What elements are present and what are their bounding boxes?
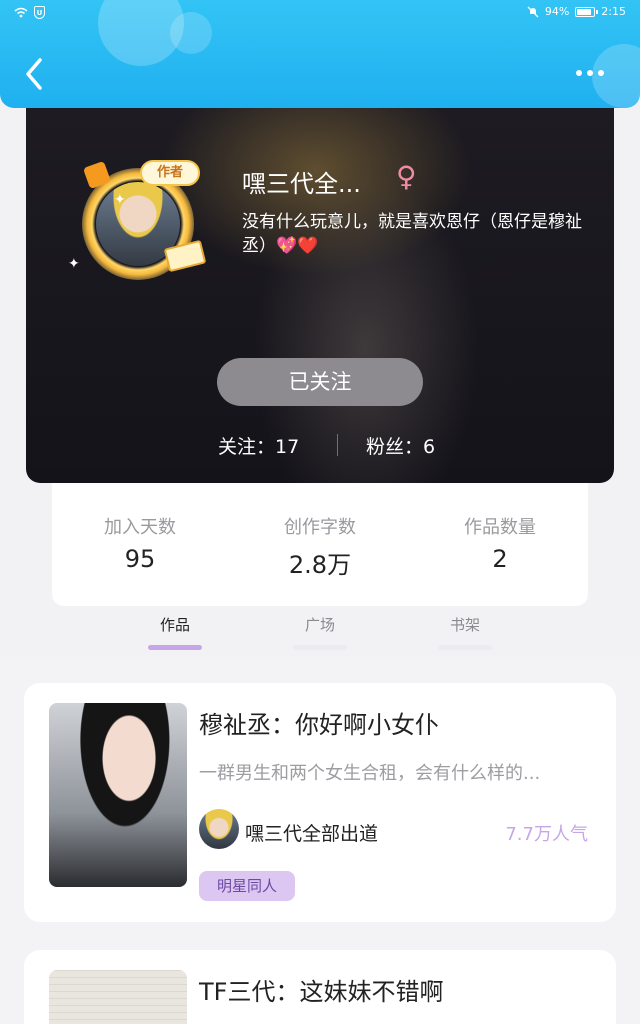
stat-word-count: 创作字数 2.8万: [240, 513, 400, 580]
follow-button[interactable]: 已关注: [217, 358, 423, 406]
status-bar: U 94% 2:15: [0, 0, 640, 26]
work-description: 一群男生和两个女生合租，会有什么样的...: [199, 763, 541, 784]
work-author: 嘿三代全部出道: [245, 823, 379, 845]
profile-tabs: 作品 广场 书架: [0, 606, 640, 658]
stat-join-days: 加入天数 95: [60, 513, 220, 573]
tab-works[interactable]: 作品: [130, 614, 220, 650]
more-horizontal-icon: [576, 70, 582, 76]
stat-value: 2: [492, 545, 508, 573]
mute-bell-icon: [527, 6, 539, 17]
stat-label: 加入天数: [104, 517, 176, 538]
work-cover-image: [49, 970, 187, 1024]
more-dot: [598, 70, 604, 76]
author-badge: 作者: [140, 160, 200, 186]
profile-card: 作者 ✦ ✦ 嘿三代全... ♀ 没有什么玩意儿，就是喜欢恩仔（恩仔是穆祉丞）💖…: [26, 100, 614, 483]
work-popularity: 7.7万人气: [505, 824, 588, 845]
stat-work-count: 作品数量 2: [420, 513, 580, 573]
tab-indicator: [438, 645, 492, 650]
stat-value: 95: [124, 545, 156, 573]
battery-icon: [575, 6, 599, 17]
work-cover-image: [49, 703, 187, 887]
work-card[interactable]: TF三代：这妹妹不错啊: [24, 950, 616, 1024]
battery-fill: [577, 8, 592, 15]
sparkle-icon: ✦: [114, 192, 126, 208]
work-title: 穆祉丞：你好啊小女仆: [199, 711, 439, 739]
battery-percent: 94%: [544, 5, 570, 18]
stat-label: 作品数量: [464, 517, 536, 538]
tab-indicator: [148, 645, 202, 650]
stat-label: 创作字数: [284, 517, 356, 538]
work-tag[interactable]: 明星同人: [199, 871, 296, 901]
author-avatar: [199, 809, 239, 849]
divider: [337, 434, 338, 456]
tab-label: 作品: [159, 616, 190, 634]
following-count[interactable]: 关注：17: [218, 432, 299, 459]
profile-name: 嘿三代全...: [242, 170, 361, 198]
tab-label: 广场: [304, 616, 335, 634]
tab-bookshelf[interactable]: 书架: [420, 614, 510, 650]
clock: 2:15: [601, 5, 626, 18]
chevron-left-icon: [26, 58, 42, 90]
female-icon: ♀: [396, 160, 417, 193]
back-button[interactable]: [20, 56, 50, 92]
tab-label: 书架: [449, 616, 480, 634]
sparkle-icon: ✦: [68, 256, 80, 272]
tab-indicator: [293, 645, 347, 650]
more-button[interactable]: [576, 66, 610, 80]
tab-square[interactable]: 广场: [275, 614, 365, 650]
stats-card: 加入天数 95 创作字数 2.8万 作品数量 2: [52, 483, 588, 606]
wifi-icon: [14, 7, 28, 18]
work-title: TF三代：这妹妹不错啊: [199, 978, 444, 1006]
work-card[interactable]: 穆祉丞：你好啊小女仆 一群男生和两个女生合租，会有什么样的... 嘿三代全部出道…: [24, 683, 616, 922]
more-dot: [587, 70, 593, 76]
top-header: U 94% 2:15: [0, 0, 640, 108]
stat-value: 2.8万: [288, 551, 352, 579]
avatar[interactable]: 作者 ✦ ✦: [68, 152, 207, 280]
follow-stats: 关注：17 粉丝：6: [26, 430, 614, 460]
shield-icon: U: [34, 6, 45, 19]
fans-count[interactable]: 粉丝：6: [366, 432, 435, 459]
profile-bio: 没有什么玩意儿，就是喜欢恩仔（恩仔是穆祉丞）💖❤️: [242, 212, 582, 256]
